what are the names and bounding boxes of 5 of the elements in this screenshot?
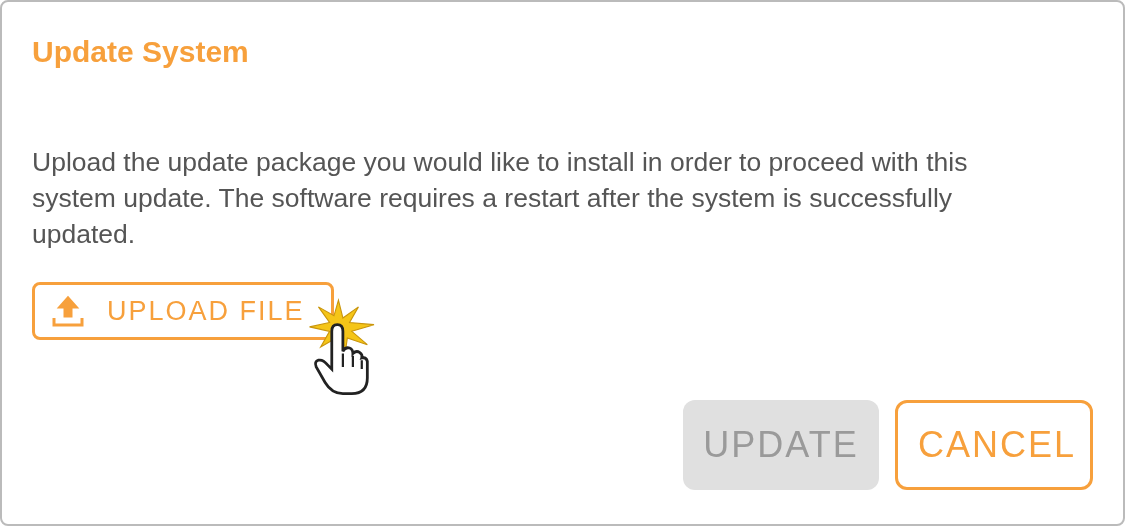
upload-icon xyxy=(51,294,85,328)
dialog-title: Update System xyxy=(32,34,250,70)
dialog-message: Upload the update package you would like to install in order to proceed with this system update. The software requires a restart after the system is successfully updated. xyxy=(32,146,969,251)
upload-file-button[interactable]: UPLOAD FILE xyxy=(32,282,334,340)
cancel-button[interactable]: CANCEL xyxy=(895,400,1093,490)
